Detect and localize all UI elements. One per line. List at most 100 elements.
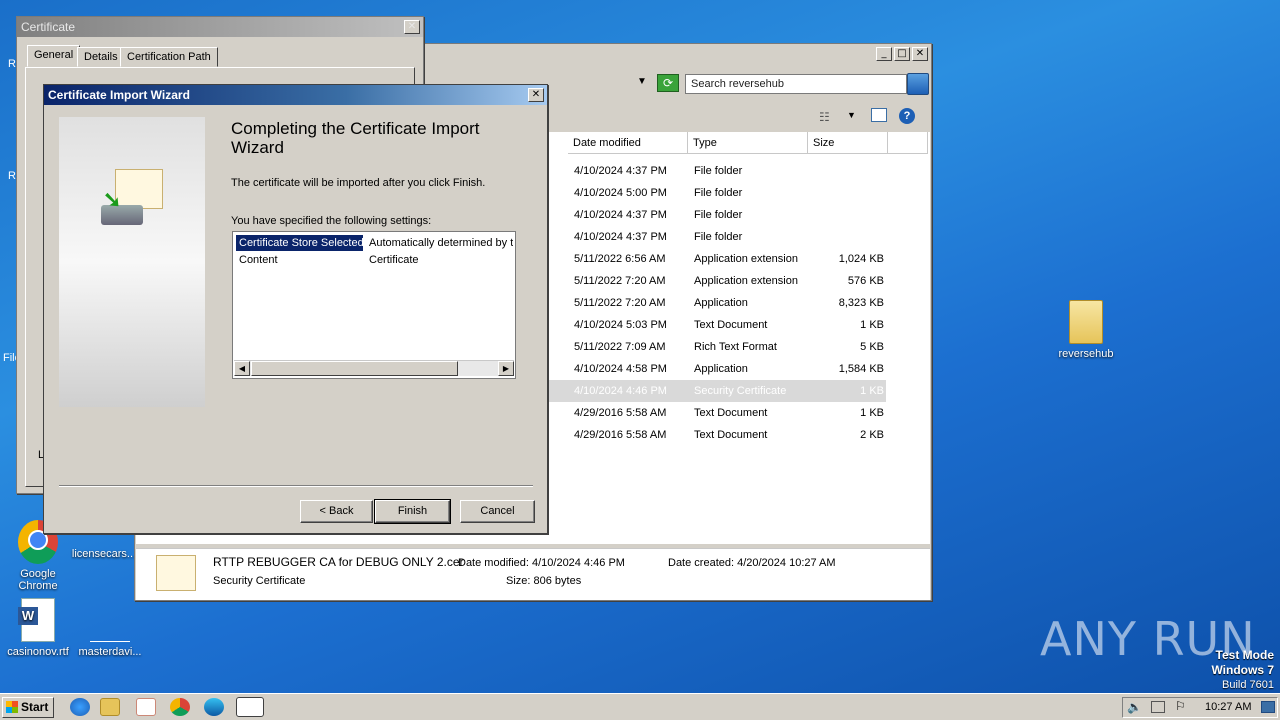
finish-button[interactable]: Finish — [374, 499, 451, 524]
certificate-icon — [115, 169, 163, 209]
search-button[interactable] — [907, 73, 929, 95]
file-icon — [90, 598, 130, 642]
column-header-type[interactable]: Type — [688, 132, 808, 154]
column-header-size[interactable]: Size — [808, 132, 888, 154]
file-type: File folder — [694, 209, 743, 221]
file-type: Security Certificate — [694, 385, 787, 397]
file-size: 1 KB — [860, 407, 884, 419]
scroll-right-icon[interactable]: ▶ — [498, 361, 514, 376]
file-row[interactable]: 5/11/2022 7:20 AM Application extension 57… — [548, 270, 886, 292]
file-explorer-icon[interactable] — [100, 698, 120, 716]
file-row[interactable]: 4/10/2024 4:58 PM Application 1,584 KB — [548, 358, 886, 380]
file-size: 1 KB — [860, 385, 884, 397]
horizontal-scrollbar[interactable]: ◀ ▶ — [234, 360, 514, 376]
file-row[interactable]: 5/11/2022 6:56 AM Application extension 1,… — [548, 248, 886, 270]
tab-details[interactable]: Details — [77, 47, 125, 67]
file-row[interactable]: 4/10/2024 5:00 PM File folder — [548, 182, 886, 204]
file-date: 4/29/2016 5:58 AM — [574, 429, 667, 441]
file-type: Application extension — [694, 253, 798, 265]
wizard-titlebar: Certificate Import Wizard ✕ — [44, 85, 547, 105]
taskbar-item-active[interactable] — [236, 697, 264, 717]
build-label: Build 7601 — [1222, 679, 1274, 691]
system-tray: 🔈 ⚐ 10:27 AM — [1122, 697, 1278, 718]
show-desktop-icon[interactable] — [1261, 701, 1275, 713]
file-row[interactable]: 4/10/2024 4:46 PM Security Certificate 1 K… — [548, 380, 886, 402]
view-dropdown-icon[interactable]: ▼ — [847, 110, 856, 120]
file-row[interactable]: 5/11/2022 7:09 AM Rich Text Format 5 KB — [548, 336, 886, 358]
desktop-icon-casinonov[interactable]: W casinonov.rtf — [0, 598, 76, 658]
settings-key[interactable]: Content — [236, 252, 363, 268]
divider — [59, 485, 533, 487]
import-arrow-icon: ➘ — [103, 187, 122, 212]
file-row[interactable]: 4/10/2024 4:37 PM File folder — [548, 160, 886, 182]
start-button[interactable]: Start — [2, 697, 54, 718]
file-date: 4/10/2024 4:58 PM — [574, 363, 667, 375]
start-label: Start — [21, 700, 49, 714]
tab-general[interactable]: General — [27, 45, 81, 67]
settings-key[interactable]: Certificate Store Selected — [236, 235, 363, 251]
file-date: 4/10/2024 4:37 PM — [574, 209, 667, 221]
maximize-button[interactable]: □ — [894, 47, 910, 61]
close-button[interactable]: ✕ — [912, 47, 928, 61]
cancel-button[interactable]: Cancel — [460, 500, 535, 523]
action-center-flag-icon[interactable]: ⚐ — [1175, 699, 1186, 713]
view-options-icon[interactable]: ☷ — [819, 110, 830, 124]
close-button[interactable]: ✕ — [404, 20, 420, 34]
file-row[interactable]: 4/10/2024 4:37 PM File folder — [548, 204, 886, 226]
minimize-button[interactable]: _ — [876, 47, 892, 61]
preview-pane-icon[interactable] — [871, 108, 887, 122]
wizard-info-text: The certificate will be imported after y… — [231, 177, 486, 189]
edge-icon[interactable] — [204, 698, 224, 716]
certificate-titlebar: Certificate ✕ — [17, 17, 423, 37]
help-icon[interactable]: ? — [899, 108, 915, 124]
file-row[interactable]: 4/29/2016 5:58 AM Text Document 1 KB — [548, 402, 886, 424]
file-type: Application — [694, 363, 748, 375]
search-input[interactable]: Search reversehub — [685, 74, 907, 94]
volume-icon[interactable]: 🔈 — [1127, 700, 1142, 714]
file-size: 8,323 KB — [838, 297, 884, 309]
refresh-button[interactable]: ⟳ — [657, 74, 679, 92]
chrome-icon[interactable] — [170, 698, 190, 716]
file-date: 5/11/2022 7:20 AM — [574, 297, 666, 309]
tab-certification-path[interactable]: Certification Path — [120, 47, 218, 67]
clock[interactable]: 10:27 AM — [1205, 701, 1251, 713]
file-type: Rich Text Format — [694, 341, 777, 353]
file-type: Text Document — [694, 319, 768, 331]
file-size: 576 KB — [847, 275, 884, 287]
word-document-icon: W — [18, 598, 55, 642]
file-row[interactable]: 4/10/2024 5:03 PM Text Document 1 KB — [548, 314, 886, 336]
address-dropdown-icon[interactable]: ▼ — [637, 76, 647, 87]
file-size: 2 KB — [860, 429, 884, 441]
test-mode-notice: Test Mode Windows 7 Build 7601 — [1211, 648, 1274, 692]
internet-explorer-icon[interactable] — [70, 698, 90, 716]
desktop-icon-label: licensecars... — [71, 548, 137, 560]
settings-value: Certificate — [369, 254, 419, 266]
certificate-title: Certificate — [21, 20, 76, 34]
details-filename: RTTP REBUGGER CA for DEBUG ONLY 2.cer — [213, 555, 464, 569]
desktop-partial-label: R — [8, 170, 16, 182]
file-row[interactable]: 4/10/2024 4:37 PM File folder — [548, 226, 886, 248]
desktop-icon-masterdavi[interactable]: masterdavi... — [72, 598, 148, 658]
scroll-left-icon[interactable]: ◀ — [234, 361, 250, 376]
details-size: Size: 806 bytes — [506, 575, 582, 587]
close-button[interactable]: ✕ — [528, 88, 544, 102]
file-date: 4/29/2016 5:58 AM — [574, 407, 667, 419]
file-date: 4/10/2024 4:37 PM — [574, 231, 667, 243]
desktop-icon-reversehub[interactable]: reversehub — [1048, 300, 1124, 360]
media-player-icon[interactable] — [136, 698, 156, 716]
file-type: Text Document — [694, 429, 768, 441]
file-date: 4/10/2024 5:00 PM — [574, 187, 667, 199]
file-size: 1 KB — [860, 319, 884, 331]
windows-logo-icon — [6, 701, 18, 713]
desktop-icon-label: Google Chrome — [18, 568, 58, 592]
file-date: 5/11/2022 6:56 AM — [574, 253, 666, 265]
scrollbar-thumb[interactable] — [251, 361, 458, 376]
file-row[interactable]: 4/29/2016 5:58 AM Text Document 2 KB — [548, 424, 886, 446]
back-button[interactable]: < Back — [300, 500, 373, 523]
details-pane: RTTP REBUGGER CA for DEBUG ONLY 2.cer Se… — [136, 548, 930, 600]
network-icon[interactable] — [1151, 701, 1165, 713]
desktop-partial-label: R — [8, 58, 16, 70]
desktop-icon-label: reversehub — [1058, 348, 1114, 360]
column-header-date[interactable]: Date modified — [568, 132, 688, 154]
file-row[interactable]: 5/11/2022 7:20 AM Application 8,323 KB — [548, 292, 886, 314]
